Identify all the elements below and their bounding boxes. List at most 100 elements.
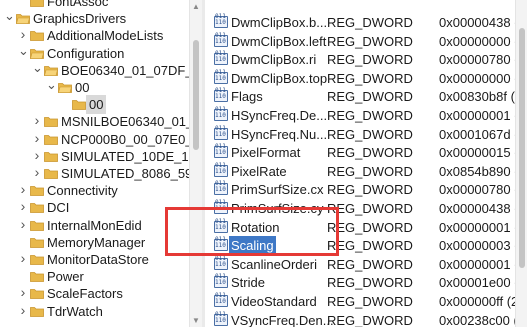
- reg-dword-icon: [214, 32, 228, 47]
- value-data: 0x00000001 (: [439, 219, 519, 235]
- chevron-right-icon[interactable]: ›: [32, 111, 42, 130]
- value-row[interactable]: DwmClipBox.ri REG_DWORD 0x00000780 (: [206, 50, 527, 69]
- tree-item[interactable]: ⌄ GraphicsDrivers: [0, 6, 189, 28]
- scroll-down-arrow-icon[interactable]: ▼: [192, 316, 200, 325]
- tree-item[interactable]: › MSNILBOE06340_01_0: [0, 111, 190, 131]
- tree-item[interactable]: › ScaleFactors: [0, 284, 189, 303]
- value-row[interactable]: ScanlineOrderi REG_DWORD 0x00000001 (: [206, 255, 527, 274]
- chevron-right-icon[interactable]: ›: [18, 197, 28, 216]
- value-type: REG_DWORD: [327, 126, 413, 142]
- reg-dword-icon: [214, 69, 228, 84]
- tree-item[interactable]: › NCP000B0_00_07E0_F4: [0, 129, 190, 149]
- tree-item-label: DCI: [47, 200, 70, 216]
- folder-icon: [44, 134, 58, 145]
- chevron-right-icon[interactable]: ›: [18, 301, 28, 320]
- reg-dword-icon: [214, 87, 228, 103]
- value-name: Stride: [231, 275, 265, 291]
- reg-dword-icon: [214, 125, 228, 140]
- tree-item-label: SIMULATED_8086_591: [61, 166, 190, 181]
- value-row[interactable]: Stride REG_DWORD 0x00001e00 (: [206, 273, 527, 292]
- value-name: PixelFormat: [231, 145, 301, 161]
- value-type: REG_DWORD: [327, 145, 413, 161]
- value-type: REG_DWORD: [327, 108, 413, 123]
- value-data: 0x00000000 (: [439, 70, 519, 86]
- value-type: REG_DWORD: [327, 89, 413, 105]
- value-data: 0x00000000 (: [439, 33, 519, 49]
- value-type: REG_DWORD: [327, 256, 413, 272]
- tree-scrollbar[interactable]: ▲ ▼: [189, 0, 202, 327]
- tree-item[interactable]: ⌄ 00: [0, 75, 189, 97]
- value-data: 0x00000438 (: [439, 15, 519, 30]
- pane-splitter[interactable]: [202, 0, 205, 327]
- reg-dword-icon: [214, 13, 228, 28]
- tree-scroll-thumb[interactable]: [193, 40, 199, 150]
- value-row[interactable]: PixelRate REG_DWORD 0x0854b890 (: [206, 162, 527, 181]
- value-row[interactable]: DwmClipBox.leftREG_DWORD 0x00000000 (: [206, 32, 527, 51]
- tree-item-label: Power: [47, 269, 84, 285]
- tree-item[interactable]: › TdrWatch: [0, 302, 189, 321]
- value-type: REG_DWORD: [327, 52, 413, 68]
- tree-item[interactable]: › InternalMonEdid: [0, 216, 189, 235]
- values-scrollbar[interactable]: [515, 0, 527, 327]
- value-type: REG_DWORD: [327, 294, 413, 309]
- folder-icon: [30, 0, 44, 7]
- registry-editor-window: FontAssoc ⌄ GraphicsDrivers › AdditionalMode…: [0, 0, 527, 327]
- value-name: VideoStandard: [231, 294, 317, 309]
- folder-icon: [44, 151, 58, 162]
- reg-dword-icon: [214, 273, 228, 289]
- value-type: REG_DWORD: [327, 163, 413, 179]
- scroll-up-arrow-icon[interactable]: ▲: [192, 2, 200, 11]
- value-type: REG_DWORD: [327, 312, 413, 327]
- value-row[interactable]: HSyncFreq.De...REG_DWORD 0x00000001 (: [206, 106, 527, 125]
- tree-item[interactable]: 00: [0, 95, 189, 115]
- value-type: REG_DWORD: [327, 70, 413, 86]
- tree-item[interactable]: › SIMULATED_8086_591: [0, 163, 190, 183]
- chevron-right-icon[interactable]: ›: [18, 283, 28, 302]
- chevron-down-icon[interactable]: ⌄: [18, 41, 29, 60]
- chevron-right-icon[interactable]: ›: [18, 180, 28, 199]
- folder-icon: [30, 255, 44, 265]
- tree-item[interactable]: ⌄ Configuration: [0, 41, 189, 63]
- tree-item[interactable]: › SIMULATED_10DE_1C8: [0, 146, 190, 166]
- value-row[interactable]: PrimSurfSize.cxREG_DWORD 0x00000780 (: [206, 180, 527, 199]
- chevron-right-icon[interactable]: ›: [32, 163, 42, 182]
- tree-item-label: MonitorDataStore: [47, 252, 149, 267]
- value-data: 0x0854b890 (: [439, 163, 519, 179]
- chevron-right-icon[interactable]: ›: [32, 129, 42, 148]
- chevron-down-icon[interactable]: ⌄: [4, 6, 15, 25]
- value-type: REG_DWORD: [327, 238, 413, 254]
- tree-item[interactable]: › Connectivity: [0, 181, 189, 200]
- values-scroll-thumb[interactable]: [519, 28, 525, 268]
- value-row[interactable]: Flags REG_DWORD 0x00830b8f (: [206, 87, 527, 106]
- chevron-right-icon[interactable]: ›: [18, 249, 28, 268]
- tree-item[interactable]: Power: [0, 267, 189, 286]
- tree-item[interactable]: › MonitorDataStore: [0, 250, 189, 269]
- value-row[interactable]: VSyncFreq.Den...REG_DWORD 0x00238c00 (: [206, 311, 527, 327]
- value-name: HSyncFreq.Nu...: [231, 126, 328, 142]
- chevron-right-icon[interactable]: ›: [18, 215, 28, 234]
- chevron-down-icon[interactable]: ⌄: [32, 58, 43, 77]
- folder-open-icon: [16, 14, 30, 25]
- tree-item[interactable]: ⌄ BOE06340_01_07DF_F: [0, 58, 190, 80]
- value-name: DwmClipBox.ri: [231, 52, 317, 68]
- folder-icon: [30, 186, 44, 197]
- value-row[interactable]: DwmClipBox.topREG_DWORD 0x00000000 (: [206, 69, 527, 88]
- tree-item[interactable]: MemoryManager: [0, 233, 189, 252]
- value-data: 0x000000ff (2: [439, 294, 519, 309]
- tree-item[interactable]: › DCI: [0, 198, 189, 217]
- tree-item-label: GraphicsDrivers: [33, 11, 127, 27]
- tree-item-label: ScaleFactors: [47, 286, 123, 302]
- value-type: REG_DWORD: [327, 33, 413, 49]
- value-type: REG_DWORD: [327, 219, 413, 235]
- folder-open-icon: [58, 83, 72, 93]
- value-data: 0x00000780 (: [439, 182, 519, 198]
- value-row[interactable]: VideoStandard REG_DWORD 0x000000ff (2: [206, 292, 527, 311]
- reg-dword-icon: [214, 292, 228, 307]
- chevron-right-icon[interactable]: ›: [32, 146, 42, 165]
- value-row[interactable]: DwmClipBox.b...REG_DWORD 0x00000438 (: [206, 13, 527, 32]
- folder-icon: [72, 100, 86, 111]
- value-row[interactable]: HSyncFreq.Nu...REG_DWORD 0x0001067d (: [206, 125, 527, 144]
- value-row[interactable]: PixelFormat REG_DWORD 0x00000015 (: [206, 143, 527, 162]
- folder-icon: [30, 31, 44, 42]
- chevron-down-icon[interactable]: ⌄: [46, 75, 57, 94]
